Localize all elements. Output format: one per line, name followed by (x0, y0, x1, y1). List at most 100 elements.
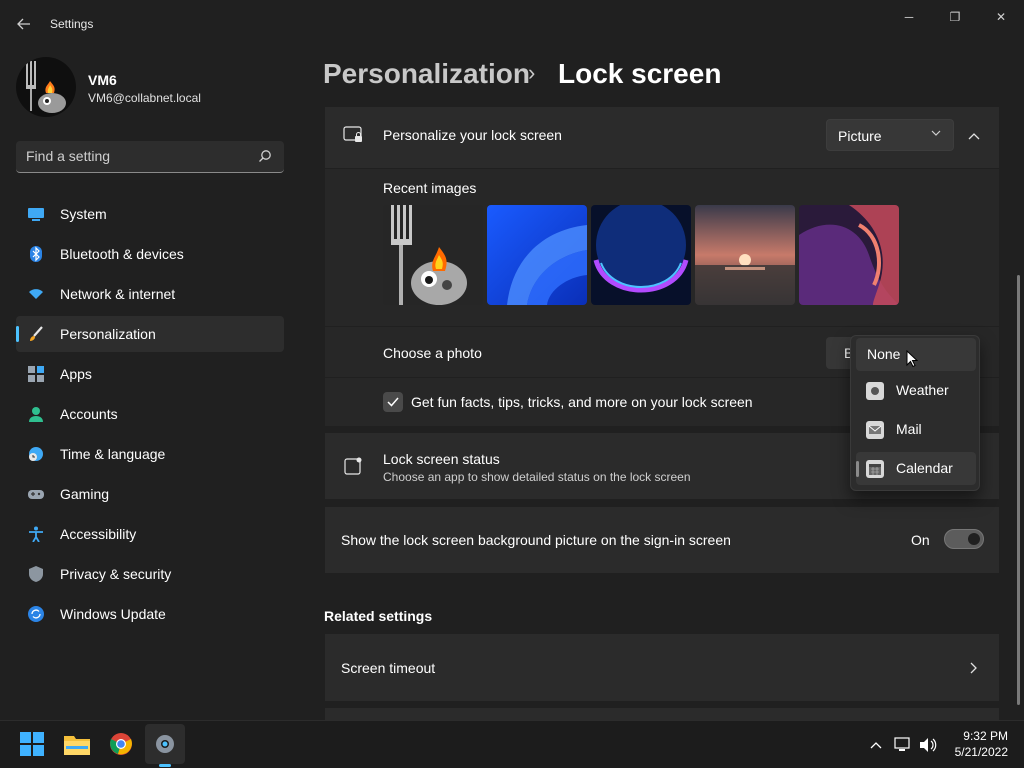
sidebar-item-label: Time & language (60, 446, 166, 462)
sidebar-item-gaming[interactable]: Gaming (16, 476, 284, 512)
breadcrumb-parent[interactable]: Personalization (323, 58, 530, 90)
chevron-down-icon (931, 128, 941, 139)
sidebar-item-time-language[interactable]: Time & language (16, 436, 284, 472)
option-calendar[interactable]: Calendar (856, 452, 976, 485)
avatar[interactable] (16, 57, 76, 117)
status-subtitle: Choose an app to show detailed status on… (383, 470, 691, 484)
brush-icon (28, 326, 44, 342)
status-app-icon (344, 457, 362, 478)
sidebar-item-label: Accessibility (60, 526, 137, 542)
chevron-right-icon (970, 661, 978, 677)
option-label: None (867, 346, 901, 362)
related-settings-heading: Related settings (324, 608, 433, 624)
wifi-icon (28, 286, 44, 302)
sidebar-item-accounts[interactable]: Accounts (16, 396, 284, 432)
sidebar-item-privacy[interactable]: Privacy & security (16, 556, 284, 592)
sidebar-item-accessibility[interactable]: Accessibility (16, 516, 284, 552)
weather-icon (866, 382, 884, 400)
recent-image-4[interactable] (695, 205, 795, 305)
option-weather[interactable]: Weather (856, 374, 976, 407)
sidebar-item-label: Gaming (60, 486, 110, 502)
scrollbar[interactable] (1017, 275, 1020, 705)
chevron-up-icon (968, 133, 980, 140)
chevron-up-icon[interactable] (867, 736, 885, 754)
monitor-icon (28, 206, 44, 222)
minimize-button[interactable]: ─ (886, 6, 932, 28)
calendar-icon (866, 460, 884, 478)
gamepad-icon (28, 486, 44, 502)
sidebar-item-label: Network & internet (60, 286, 176, 302)
start-icon[interactable] (12, 724, 52, 764)
checkmark-icon (387, 397, 399, 407)
recent-image-5[interactable] (799, 205, 899, 305)
collapse-button[interactable] (960, 124, 988, 148)
clock-time: 9:32 PM (963, 729, 1008, 743)
sidebar-item-label: Windows Update (60, 606, 166, 622)
sidebar-item-label: Personalization (60, 326, 156, 342)
sidebar-item-bluetooth[interactable]: Bluetooth & devices (16, 236, 284, 272)
window-title: Settings (50, 17, 94, 31)
update-icon (28, 606, 44, 622)
search-box[interactable] (16, 141, 284, 173)
option-mail[interactable]: Mail (856, 413, 976, 446)
breadcrumb-separator: › (528, 60, 536, 85)
option-label: Mail (896, 421, 922, 437)
bluetooth-icon (28, 246, 44, 262)
back-arrow-icon[interactable] (12, 12, 36, 36)
taskbar-clock[interactable]: 9:32 PM 5/21/2022 (944, 728, 1008, 760)
selection-indicator (16, 326, 19, 342)
recent-image-1[interactable] (383, 205, 483, 305)
clock-date: 5/21/2022 (954, 745, 1008, 759)
option-label: Calendar (896, 460, 953, 476)
settings-icon[interactable] (145, 724, 185, 764)
toggle-state-label: On (911, 532, 930, 548)
accessibility-icon (28, 526, 44, 543)
mail-icon (866, 421, 884, 439)
search-input[interactable] (26, 148, 246, 164)
selected-indicator (856, 461, 859, 477)
recent-image-3[interactable] (591, 205, 691, 305)
user-email: VM6@collabnet.local (88, 91, 201, 105)
personalize-dropdown-value: Picture (838, 128, 882, 144)
sidebar-item-label: Apps (60, 366, 92, 382)
shield-icon (28, 566, 44, 582)
option-label: Weather (896, 382, 949, 398)
next-related-card[interactable] (325, 708, 999, 720)
maximize-button[interactable]: ❐ (932, 6, 978, 28)
screen-timeout-label: Screen timeout (341, 660, 436, 676)
title-bar (0, 0, 1024, 48)
mouse-cursor-icon (906, 349, 919, 371)
active-app-indicator (159, 764, 171, 767)
fun-facts-checkbox[interactable] (383, 392, 403, 412)
sidebar-item-system[interactable]: System (16, 196, 284, 232)
choose-photo-label: Choose a photo (383, 345, 482, 361)
sidebar-item-label: Privacy & security (60, 566, 172, 582)
sidebar-item-label: Bluetooth & devices (60, 246, 184, 262)
sidebar-item-windows-update[interactable]: Windows Update (16, 596, 284, 632)
chrome-icon[interactable] (101, 724, 141, 764)
sidebar-item-personalization[interactable]: Personalization (16, 316, 284, 352)
file-explorer-icon[interactable] (57, 724, 97, 764)
person-icon (28, 406, 44, 422)
lock-screen-icon (343, 126, 363, 147)
personalize-dropdown[interactable]: Picture (826, 119, 954, 151)
status-title: Lock screen status (383, 451, 500, 467)
sidebar-item-label: Accounts (60, 406, 118, 422)
toggle-knob (968, 533, 980, 545)
globe-clock-icon (28, 446, 44, 462)
apps-icon (28, 366, 44, 382)
recent-image-2[interactable] (487, 205, 587, 305)
fun-facts-label: Get fun facts, tips, tricks, and more on… (411, 394, 753, 410)
signin-background-label: Show the lock screen background picture … (341, 532, 731, 548)
sidebar-item-apps[interactable]: Apps (16, 356, 284, 392)
volume-icon[interactable] (919, 736, 937, 754)
user-name: VM6 (88, 72, 117, 88)
sidebar-item-network[interactable]: Network & internet (16, 276, 284, 312)
network-icon[interactable] (894, 736, 912, 754)
sidebar-item-label: System (60, 206, 107, 222)
signin-background-toggle[interactable] (944, 529, 984, 549)
personalize-label: Personalize your lock screen (383, 127, 562, 143)
search-icon[interactable] (258, 149, 272, 163)
recent-images-label: Recent images (383, 180, 477, 196)
close-button[interactable]: ✕ (978, 6, 1024, 28)
